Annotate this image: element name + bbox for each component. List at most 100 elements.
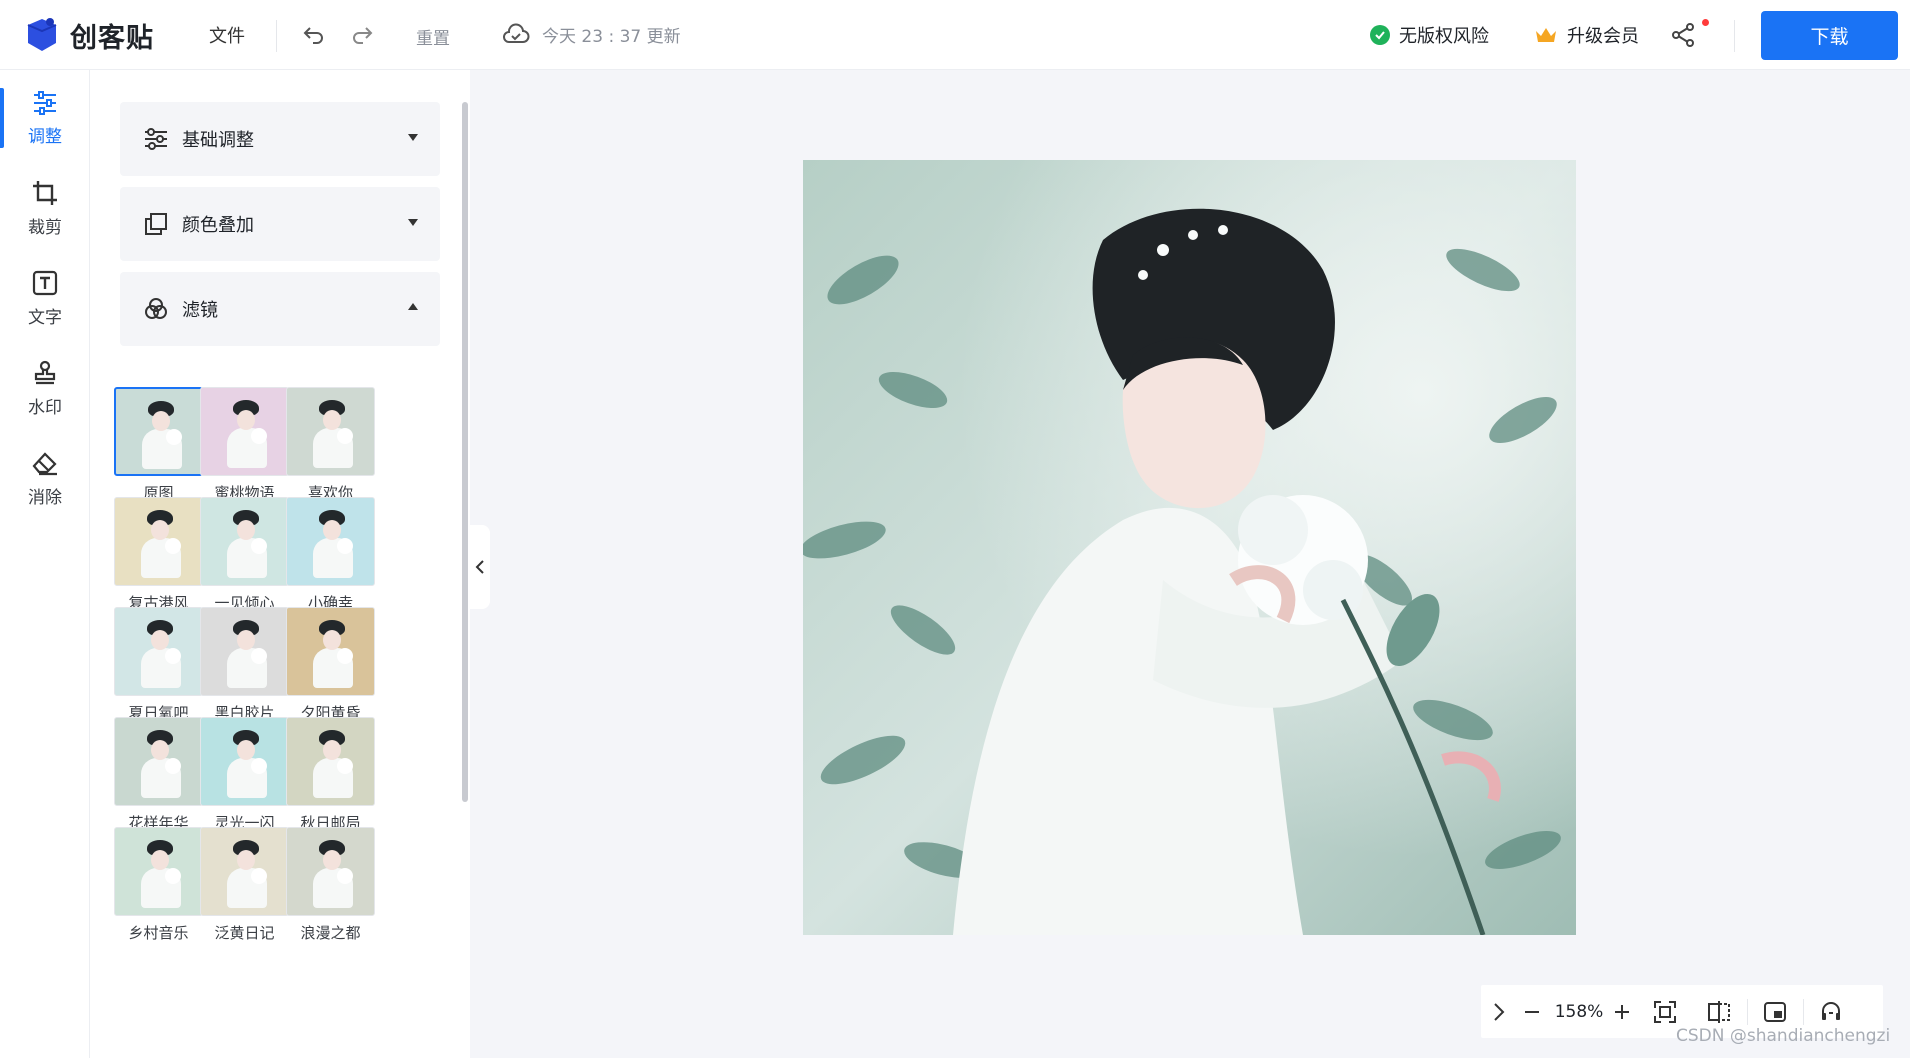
divider (1747, 999, 1748, 1025)
check-icon (1370, 25, 1390, 45)
filter-name: 浪漫之都 (300, 924, 361, 942)
section-filter[interactable]: 滤镜 (120, 272, 440, 346)
adjust-panel: 基础调整 颜色叠加 滤镜 原图 蜜桃物语 喜欢你 复古港风 一见倾心 小确幸 夏日氧吧 黑白胶… (90, 70, 470, 1058)
compare-icon (1708, 1000, 1730, 1023)
rail-item-erase[interactable]: 消除 (0, 438, 90, 518)
undo-icon (303, 27, 323, 44)
section-basic-adjust[interactable]: 基础调整 (120, 102, 440, 176)
divider (276, 20, 277, 52)
filter-item[interactable]: 复古港风 (112, 497, 205, 613)
zoom-level[interactable]: 158% (1551, 985, 1607, 1038)
filter-thumbnail (200, 497, 289, 586)
zoom-in-button[interactable] (1609, 985, 1635, 1038)
divider (1803, 999, 1804, 1025)
divider (1734, 20, 1735, 52)
share-icon (1672, 23, 1694, 47)
filter-item[interactable]: 夏日氧吧 (112, 607, 205, 723)
canvas-photo[interactable] (803, 160, 1576, 935)
reset-button[interactable]: 重置 (416, 24, 450, 49)
chevron-down-icon (408, 134, 418, 141)
rail-label: 裁剪 (28, 217, 62, 238)
copyright-badge[interactable]: 无版权风险 (1370, 22, 1489, 48)
filter-name: 泛黄日记 (214, 924, 275, 942)
filter-thumbnail (286, 607, 375, 696)
rail-label: 文字 (28, 307, 62, 328)
filter-item[interactable]: 黑白胶片 (198, 607, 291, 723)
zoom-out-button[interactable] (1519, 985, 1545, 1038)
vip-label: 升级会员 (1567, 26, 1639, 47)
minus-icon (1525, 1010, 1539, 1013)
filter-thumbnail (114, 827, 203, 916)
save-status-text: 今天 23 : 37 更新 (542, 27, 681, 47)
filter-thumbnail (114, 497, 203, 586)
filter-thumbnail (286, 497, 375, 586)
filter-item[interactable]: 灵光一闪 (198, 717, 291, 833)
photo-image (803, 160, 1576, 935)
rail-item-watermark[interactable]: 水印 (0, 348, 90, 428)
chevron-right-icon (1494, 1002, 1505, 1021)
download-button[interactable]: 下载 (1761, 11, 1898, 60)
filter-thumbnail (286, 717, 375, 806)
rail-label: 水印 (28, 397, 62, 418)
logo[interactable]: 创客贴 (22, 14, 154, 56)
notification-dot (1702, 19, 1709, 26)
share-button[interactable] (1670, 19, 1709, 48)
filter-thumbnail (286, 387, 375, 476)
fit-screen-icon (1654, 1000, 1676, 1023)
undo-button[interactable] (302, 22, 326, 46)
rail-label: 消除 (28, 487, 62, 508)
filter-icon (143, 296, 169, 322)
logo-icon (27, 18, 57, 51)
filter-item[interactable]: 夕阳黄昏 (284, 607, 377, 723)
save-status: 今天 23 : 37 更新 (502, 22, 681, 47)
watermark-text: CSDN @shandianchengzi (1676, 1026, 1891, 1046)
filter-item[interactable]: 花样年华 (112, 717, 205, 833)
minimap-icon (1764, 1001, 1786, 1022)
chevron-up-icon (408, 303, 418, 310)
crown-icon (1536, 28, 1556, 42)
rail-label: 调整 (28, 126, 62, 147)
filter-thumbnail (200, 717, 289, 806)
rail-item-text[interactable]: 文字 (0, 258, 90, 338)
stamp-icon (34, 360, 56, 384)
filter-item[interactable]: 原图 (112, 387, 205, 503)
filter-item[interactable]: 喜欢你 (284, 387, 377, 503)
logo-text: 创客贴 (70, 22, 154, 54)
rail-item-adjust[interactable]: 调整 (0, 78, 90, 158)
filter-item[interactable]: 浪漫之都 (284, 827, 377, 943)
copyright-label: 无版权风险 (1399, 26, 1489, 47)
collapse-panel-button[interactable] (470, 525, 490, 609)
file-menu[interactable]: 文件 (209, 22, 245, 48)
tool-rail: 调整 裁剪 文字 水印 消除 (0, 70, 90, 1058)
sliders-icon (34, 90, 56, 115)
section-color-overlay[interactable]: 颜色叠加 (120, 187, 440, 261)
top-bar: 创客贴 文件 重置 今天 23 : 37 更新 无版权风险 升级会员 下载 (0, 0, 1910, 70)
eraser-icon (32, 451, 57, 475)
redo-icon (353, 27, 373, 44)
filter-thumbnail (286, 827, 375, 916)
panel-scrollbar[interactable] (462, 102, 468, 802)
filter-item[interactable]: 乡村音乐 (112, 827, 205, 943)
rail-item-crop[interactable]: 裁剪 (0, 168, 90, 248)
crop-icon (33, 180, 57, 205)
section-label: 滤镜 (182, 300, 218, 321)
filter-thumbnail (114, 717, 203, 806)
section-label: 颜色叠加 (182, 215, 254, 236)
sliders-icon (143, 126, 169, 152)
filter-item[interactable]: 一见倾心 (198, 497, 291, 613)
expand-toolbar-button[interactable] (1487, 985, 1511, 1038)
filter-item[interactable]: 蜜桃物语 (198, 387, 291, 503)
redo-button[interactable] (350, 22, 374, 46)
filter-thumbnail (114, 607, 203, 696)
filter-thumbnail (200, 827, 289, 916)
plus-icon (1615, 1004, 1629, 1019)
chevron-left-icon (475, 560, 484, 574)
filter-item[interactable]: 泛黄日记 (198, 827, 291, 943)
filter-thumbnail (200, 607, 289, 696)
filter-thumbnail (114, 387, 203, 476)
filter-item[interactable]: 秋日邮局 (284, 717, 377, 833)
cloud-check-icon (503, 23, 530, 43)
filter-item[interactable]: 小确幸 (284, 497, 377, 613)
filter-name: 乡村音乐 (128, 924, 189, 942)
upgrade-vip-button[interactable]: 升级会员 (1534, 22, 1639, 48)
